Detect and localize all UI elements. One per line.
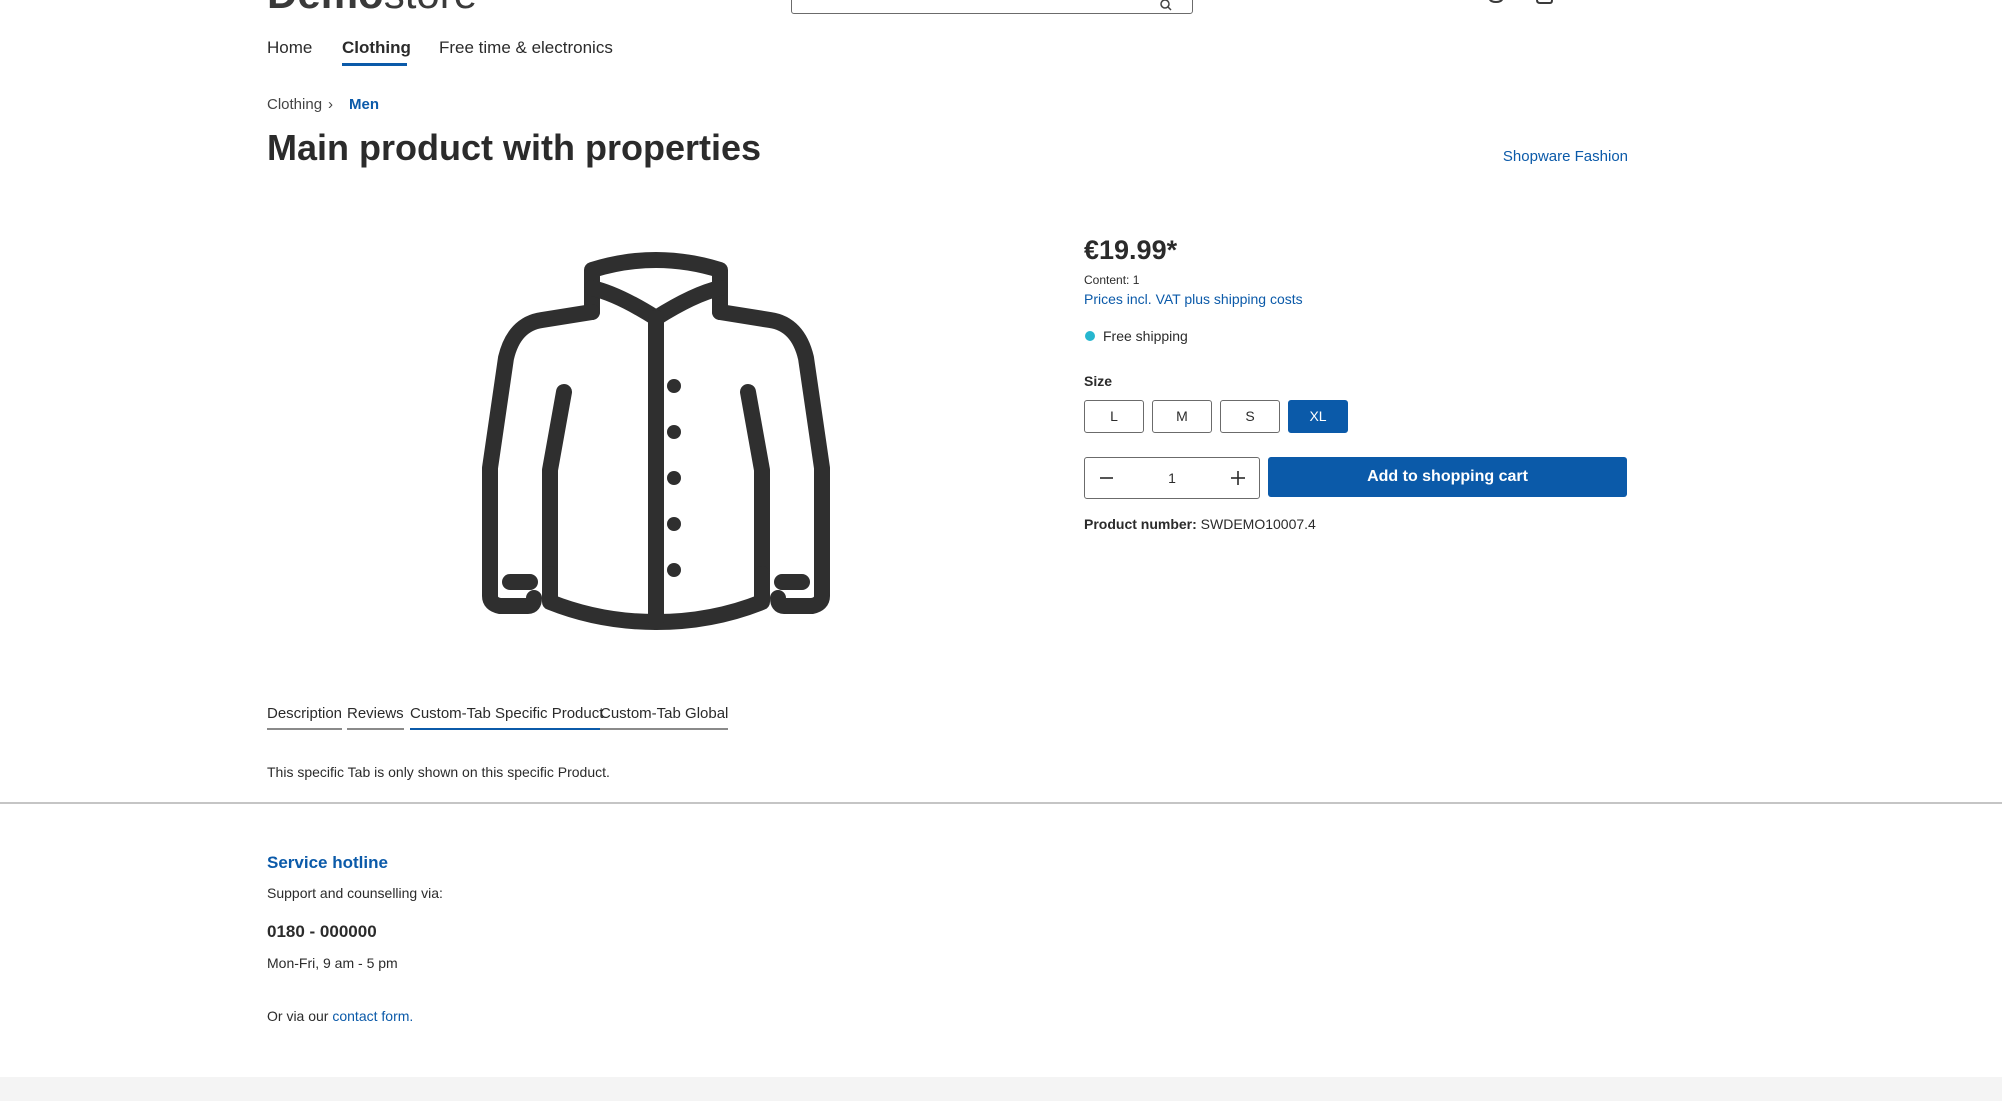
breadcrumb-item-clothing[interactable]: Clothing: [267, 96, 322, 113]
search-input[interactable]: [791, 0, 1193, 14]
contact-form-link[interactable]: contact form.: [332, 1008, 413, 1024]
product-content: Content: 1: [1084, 273, 1140, 287]
page-title: Main product with properties: [267, 127, 762, 168]
tab-reviews[interactable]: Reviews: [347, 705, 404, 730]
tab-custom-specific-product[interactable]: Custom-Tab Specific Product: [410, 705, 604, 730]
service-hotline-subtitle: Support and counselling via:: [267, 885, 443, 901]
product-number-value: SWDEMO10007.4: [1200, 516, 1316, 532]
quantity-stepper: 1: [1084, 457, 1260, 499]
chevron-right-icon: ›: [328, 96, 333, 113]
minus-icon[interactable]: [1085, 458, 1127, 498]
size-label: Size: [1084, 373, 1113, 389]
service-hours: Mon-Fri, 9 am - 5 pm: [267, 955, 398, 971]
size-option-m[interactable]: M: [1152, 400, 1212, 433]
size-option-l[interactable]: L: [1084, 400, 1144, 433]
footer-divider: [0, 802, 2002, 804]
logo-light-text: store: [384, 0, 477, 10]
cart-icon[interactable]: [1534, 0, 1554, 6]
contact-prefix: Or via our: [267, 1008, 333, 1024]
nav-item-home[interactable]: Home: [267, 38, 312, 58]
search-icon[interactable]: [1160, 0, 1172, 11]
tab-custom-global[interactable]: Custom-Tab Global: [600, 705, 729, 730]
product-price: €19.99*: [1084, 235, 1178, 265]
quantity-input[interactable]: 1: [1135, 458, 1209, 498]
plus-icon[interactable]: [1217, 458, 1259, 498]
vat-shipping-link[interactable]: Prices incl. VAT plus shipping costs: [1084, 291, 1303, 307]
size-option-xl[interactable]: XL: [1288, 400, 1348, 433]
tab-panel-content: This specific Tab is only shown on this …: [267, 764, 610, 780]
product-number: Product number: SWDEMO10007.4: [1084, 516, 1316, 532]
service-hotline-title: Service hotline: [267, 853, 388, 872]
add-to-cart-button[interactable]: Add to shopping cart: [1268, 457, 1627, 497]
account-icon[interactable]: [1487, 0, 1505, 6]
nav-active-indicator: [342, 63, 407, 66]
product-number-label: Product number:: [1084, 516, 1197, 532]
tab-description[interactable]: Description: [267, 705, 343, 730]
footer-bottom-bar: [0, 1077, 2002, 1101]
logo-bold-text: Demo: [267, 0, 384, 10]
nav-item-free-time-electronics[interactable]: Free time & electronics: [439, 38, 613, 58]
jacket-icon[interactable]: [480, 248, 832, 640]
store-logo[interactable]: Demostore: [267, 0, 477, 10]
shipping-status: Free shipping: [1103, 328, 1188, 344]
manufacturer-link[interactable]: Shopware Fashion: [1503, 148, 1628, 165]
service-phone-number: 0180 - 000000: [267, 922, 377, 941]
breadcrumb-item-men[interactable]: Men: [349, 96, 379, 113]
service-contact-text: Or via our contact form.: [267, 1008, 413, 1024]
nav-item-clothing[interactable]: Clothing: [342, 38, 411, 58]
size-option-s[interactable]: S: [1220, 400, 1280, 433]
shipping-status-dot-icon: [1085, 331, 1095, 341]
